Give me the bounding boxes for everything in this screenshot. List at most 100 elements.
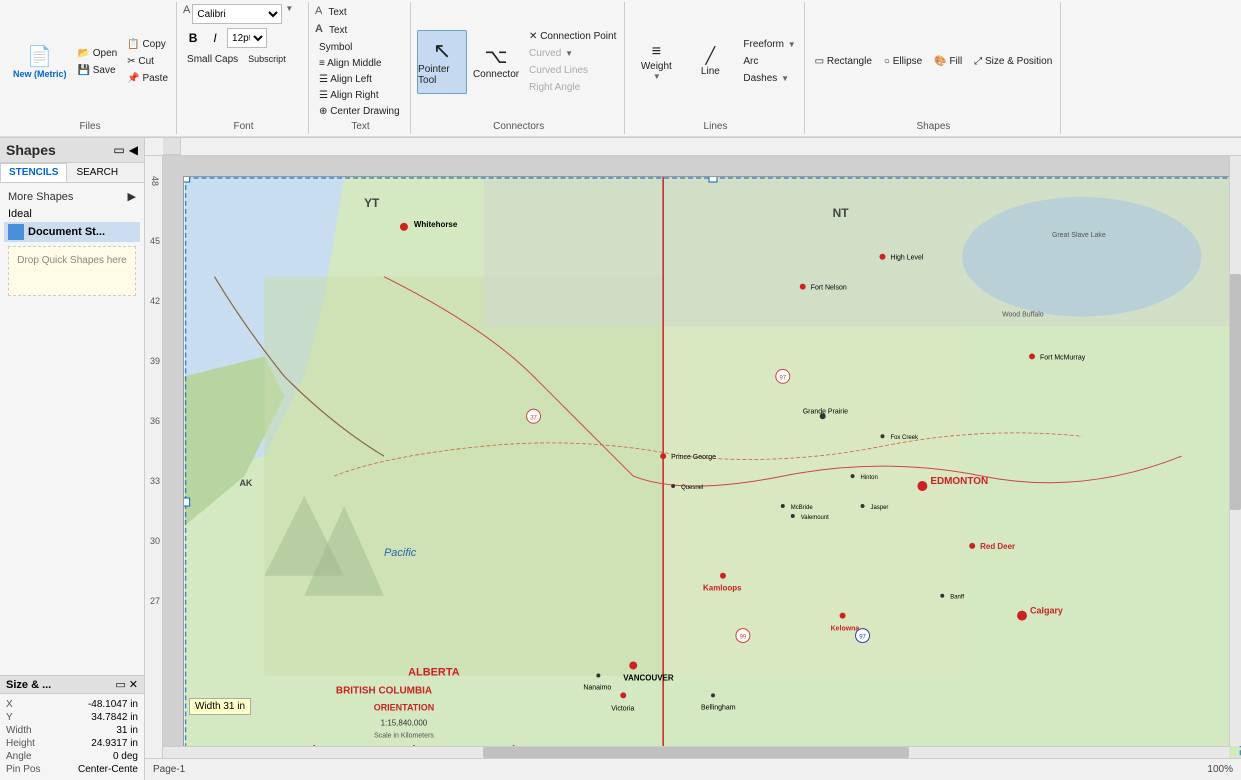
- size-panel-header[interactable]: Size & ... ▭ ✕: [0, 676, 144, 694]
- size-row-y: Y 34.7842 in: [6, 711, 138, 724]
- sidebar-title: Shapes: [6, 142, 56, 158]
- weight-button[interactable]: ≡ Weight ▼: [631, 30, 681, 94]
- font-dropdown-arrow: ▼: [285, 4, 293, 24]
- center-drawing-button[interactable]: ⊕ Center Drawing: [315, 104, 404, 119]
- horizontal-scrollbar[interactable]: [163, 746, 1229, 758]
- sidebar-tab-search[interactable]: SEARCH: [67, 163, 127, 182]
- align-left-button[interactable]: ☰ Align Left: [315, 72, 376, 87]
- open-icon: 📂: [78, 48, 90, 59]
- freeform-arrow: ▼: [788, 40, 796, 49]
- ribbon-top: 📄 New (Metric) 📂 Open 💾 Save 📋: [0, 0, 1241, 137]
- size-position-icon: ⤢: [974, 56, 982, 67]
- svg-text:NT: NT: [833, 206, 850, 220]
- more-shapes-button[interactable]: More Shapes ▶: [4, 187, 140, 206]
- symbol-button[interactable]: Symbol: [315, 40, 356, 55]
- freeform-button[interactable]: Freeform ▼: [739, 37, 799, 52]
- svg-text:Banff: Banff: [950, 595, 964, 601]
- curved-dropdown-arrow: ▼: [565, 49, 573, 58]
- ellipse-button[interactable]: ○ Ellipse: [880, 54, 926, 69]
- svg-text:VANCOUVER: VANCOUVER: [623, 673, 674, 682]
- svg-text:Fort McMurray: Fort McMurray: [1040, 354, 1086, 361]
- copy-button[interactable]: 📋 Copy: [123, 37, 172, 52]
- svg-text:Kelowna: Kelowna: [831, 626, 860, 633]
- size-position-button[interactable]: ⤢ Size & Position: [970, 54, 1056, 69]
- drawing-canvas[interactable]: ALBERTA BRITISH COLUMBIA ORIENTATION 1:1…: [163, 156, 1241, 758]
- scroll-thumb-v[interactable]: [1230, 274, 1241, 510]
- svg-text:Jasper: Jasper: [871, 505, 889, 511]
- width-value: 31 in: [116, 725, 138, 736]
- right-angle-button[interactable]: Right Angle: [525, 80, 620, 95]
- curved-lines-button[interactable]: Curved Lines: [525, 63, 620, 78]
- line-button[interactable]: ╱ Line: [685, 30, 735, 94]
- ribbon: 📄 New (Metric) 📂 Open 💾 Save 📋: [0, 0, 1241, 138]
- ribbon-group-files: 📄 New (Metric) 📂 Open 💾 Save 📋: [4, 2, 177, 134]
- align-right-icon: ☰: [319, 90, 328, 101]
- center-drawing-icon: ⊕: [319, 106, 327, 117]
- status-bar: Page-1 100%: [145, 758, 1241, 780]
- open-button[interactable]: 📂 Open: [74, 46, 122, 61]
- save-button[interactable]: 💾 Save: [74, 63, 122, 78]
- font-size-select[interactable]: 12pt: [227, 28, 267, 48]
- sidebar-minimize-button[interactable]: ▭: [113, 143, 124, 157]
- pointer-tool-button[interactable]: ↖ Pointer Tool: [417, 30, 467, 94]
- text-button1[interactable]: Text: [324, 5, 350, 20]
- y-label: Y: [6, 712, 51, 723]
- paste-button[interactable]: 📌 Paste: [123, 71, 172, 86]
- svg-text:EDMONTON: EDMONTON: [930, 476, 988, 487]
- quick-shapes-drop-area: Drop Quick Shapes here: [8, 246, 136, 296]
- ribbon-group-text: A Text A Text Symbol ≡ Align Middle ☰ Al…: [311, 2, 411, 134]
- dashes-button[interactable]: Dashes ▼: [739, 71, 799, 86]
- align-middle-icon: ≡: [319, 58, 325, 69]
- connection-point-button[interactable]: ✕ Connection Point: [525, 29, 620, 44]
- subscript-button[interactable]: Subscript: [244, 52, 290, 67]
- ruler-tick-v-3: 39: [150, 356, 160, 366]
- shapes-group-label: Shapes: [811, 119, 1057, 132]
- align-middle-button[interactable]: ≡ Align Middle: [315, 56, 386, 71]
- fill-button[interactable]: 🎨 Fill: [930, 54, 966, 69]
- svg-text:37: 37: [530, 415, 537, 421]
- cut-button[interactable]: ✂ Cut: [123, 54, 172, 69]
- size-position-panel: Size & ... ▭ ✕ X -48.1047 in Y 34.7842 i…: [0, 675, 144, 780]
- svg-text:ALBERTA: ALBERTA: [408, 666, 460, 678]
- svg-text:High Level: High Level: [890, 255, 923, 262]
- sidebar-close-button[interactable]: ◀: [129, 143, 138, 157]
- sidebar-tabs: STENCILS SEARCH: [0, 163, 144, 183]
- sidebar-item-ideal[interactable]: Ideal: [4, 206, 140, 222]
- size-panel-close-button[interactable]: ✕: [129, 678, 138, 691]
- curved-button[interactable]: Curved ▼: [525, 46, 620, 61]
- svg-text:Great Slave Lake: Great Slave Lake: [1052, 232, 1106, 239]
- connector-button[interactable]: ⌥ Connector: [471, 30, 521, 94]
- size-panel-title: Size & ...: [6, 679, 51, 691]
- sidebar-item-document-stencil[interactable]: Document St...: [4, 222, 140, 242]
- size-row-width: Width 31 in: [6, 724, 138, 737]
- sidebar-content: More Shapes ▶ Ideal Document St... Drop …: [0, 183, 144, 675]
- new-label: New (Metric): [13, 69, 67, 79]
- sidebar-tab-stencils[interactable]: STENCILS: [0, 163, 67, 182]
- size-panel-content: X -48.1047 in Y 34.7842 in Width 31 in H…: [0, 694, 144, 780]
- svg-text:Fort Nelson: Fort Nelson: [811, 285, 847, 292]
- small-caps-button[interactable]: Small Caps: [183, 52, 242, 67]
- svg-text:YT: YT: [364, 196, 380, 210]
- align-right-button[interactable]: ☰ Align Right: [315, 88, 383, 103]
- ribbon-group-shapes: ▭ Rectangle ○ Ellipse 🎨 Fill ⤢ Size & Po…: [807, 2, 1062, 134]
- text-a-icon1: A: [315, 5, 322, 20]
- ribbon-group-lines: ≡ Weight ▼ ╱ Line Freeform ▼: [627, 2, 804, 134]
- svg-text:99: 99: [740, 635, 747, 641]
- svg-text:Red Deer: Red Deer: [980, 542, 1015, 551]
- vertical-scrollbar[interactable]: [1229, 156, 1241, 746]
- size-row-angle: Angle 0 deg: [6, 750, 138, 763]
- fill-icon: 🎨: [934, 56, 946, 67]
- bold-button[interactable]: B: [183, 28, 203, 48]
- italic-button[interactable]: I: [205, 28, 225, 48]
- font-family-select[interactable]: Calibri: [192, 4, 282, 24]
- new-button[interactable]: 📄 New (Metric): [8, 32, 72, 92]
- pointer-icon: ↖: [433, 38, 451, 64]
- size-panel-minimize-button[interactable]: ▭: [115, 678, 125, 691]
- text-a-icon2: A: [315, 23, 323, 38]
- text-button2[interactable]: Text: [325, 23, 351, 38]
- arc-button[interactable]: Arc: [739, 54, 799, 69]
- svg-text:Pacific: Pacific: [384, 547, 417, 559]
- page-canvas: ALBERTA BRITISH COLUMBIA ORIENTATION 1:1…: [183, 176, 1241, 758]
- rectangle-button[interactable]: ▭ Rectangle: [811, 54, 876, 69]
- scroll-thumb-h[interactable]: [483, 747, 909, 758]
